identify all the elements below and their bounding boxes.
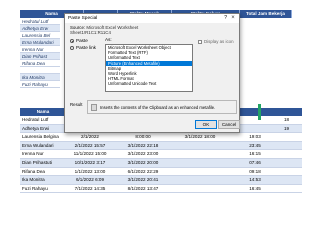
cell[interactable]: 8:00:00 — [114, 133, 172, 142]
help-icon[interactable]: ? — [224, 15, 227, 22]
table-row: Fuzi Rahayu 7/1/2022 14:35 8/1/2022 13:4… — [20, 185, 302, 194]
cell[interactable]: 3/1/2022 20:41 — [114, 176, 172, 185]
name-cell[interactable]: Laurensia Bel — [20, 32, 60, 39]
cell[interactable]: Rifana Dea — [20, 168, 66, 177]
cell[interactable]: Fuzi Rahayu — [20, 185, 66, 194]
cell[interactable] — [172, 185, 228, 194]
cell[interactable]: 8/1/2022 13:47 — [114, 185, 172, 194]
table-row: Erna Wulandari 2/1/2022 15:57 3/1/2022 2… — [20, 141, 302, 151]
cell[interactable] — [282, 185, 302, 194]
cell[interactable]: 3/1/2022 22:18 — [114, 141, 172, 151]
cell[interactable]: 3/1/2022 18:00 — [172, 133, 228, 142]
cell[interactable]: 2/1/2022 15:57 — [66, 141, 114, 151]
cell[interactable] — [282, 141, 302, 151]
cell[interactable] — [172, 158, 228, 168]
name-cell[interactable]: Adhetya Erw — [20, 25, 60, 32]
cell[interactable]: 1/1/2022 13:00 — [66, 168, 114, 177]
list-item[interactable]: Unformatted Unicode Text — [106, 81, 192, 86]
document-canvas: Nama Waktu Masuk Waktu Keluar Total Jam … — [0, 0, 302, 216]
paste-radio[interactable]: Paste — [70, 38, 88, 44]
checkbox-icon — [198, 39, 202, 44]
cell[interactable]: 7/1/2022 14:35 — [66, 185, 114, 194]
result-label: Result — [70, 102, 83, 107]
table-row: Irenna Nur 11/1/2022 15:00 3/1/2022 23:0… — [20, 150, 302, 159]
header-total-jam: Total Jam Bekerja — [240, 10, 292, 18]
name-cell[interactable]: Rifana Dea — [20, 60, 60, 67]
cell[interactable]: 07:46 — [228, 158, 282, 168]
paste-radio-label: Paste — [76, 38, 88, 43]
cell[interactable]: 23:45 — [228, 141, 282, 151]
cell[interactable]: 2/1/2022 — [66, 133, 114, 142]
cell[interactable] — [282, 168, 302, 177]
cell[interactable]: 10/1/2022 3:17 — [66, 158, 114, 168]
cell[interactable]: Laurensia Belgina — [20, 133, 66, 142]
radio-selected-icon — [70, 38, 74, 43]
cell[interactable]: 18 — [282, 116, 302, 125]
dialog-title: Paste Special — [65, 14, 239, 23]
table-row: Ika Monitra 6/1/2022 6:09 3/1/2022 20:41… — [20, 176, 302, 185]
cell[interactable]: 3/1/2022 20:00 — [114, 158, 172, 168]
source-range-value: Sheet1!R1C1:R11C4 — [70, 30, 111, 35]
table-row: Dian Prihastuti 10/1/2022 3:17 3/1/2022 … — [20, 158, 302, 168]
cell[interactable]: 19 — [282, 124, 302, 134]
cell[interactable]: 09:18 — [228, 168, 282, 177]
cell[interactable] — [282, 176, 302, 185]
name-cell[interactable]: Dian Prihast — [20, 53, 60, 60]
format-listbox[interactable]: Microsoft Excel Worksheet Object Formatt… — [105, 44, 193, 92]
name-cell[interactable]: Ika Monitra — [20, 74, 60, 81]
selection-marker — [258, 104, 261, 120]
cell[interactable]: Dian Prihastuti — [20, 158, 66, 168]
name-cell[interactable]: Erna Wulandari — [20, 39, 60, 46]
table-row: Laurensia Belgina 2/1/2022 8:00:00 3/1/2… — [20, 133, 302, 142]
display-as-icon-label: Display as icon — [204, 39, 234, 44]
cell[interactable] — [172, 141, 228, 151]
paste-link-radio[interactable]: Paste link — [70, 45, 96, 51]
top-name-list: Hedratul Lutf Adhetya Erw Laurensia Bel … — [20, 18, 60, 88]
paste-link-radio-label: Paste link — [76, 45, 96, 50]
cell[interactable]: 6/1/2022 22:29 — [114, 168, 172, 177]
paste-special-dialog: Paste Special ? × Source: Microsoft Exce… — [64, 13, 240, 133]
cell[interactable] — [172, 150, 228, 159]
cell[interactable]: Adhetya Erwi — [20, 124, 66, 134]
cancel-button[interactable]: Cancel — [218, 120, 240, 129]
cell[interactable]: 14:53 — [228, 176, 282, 185]
cell[interactable] — [172, 176, 228, 185]
cell[interactable] — [282, 158, 302, 168]
name-cell[interactable]: Irenna Nur — [20, 46, 60, 53]
cell[interactable]: 11/1/2022 15:00 — [66, 150, 114, 159]
result-box: Inserts the contents of the Clipboard as… — [87, 100, 237, 114]
header-col6 — [282, 108, 302, 116]
name-cell — [20, 67, 60, 74]
cell[interactable]: Ika Monitra — [20, 176, 66, 185]
radio-empty-icon — [70, 45, 74, 50]
clipboard-icon — [91, 104, 97, 111]
as-label: As: — [105, 37, 112, 42]
cell[interactable]: Irenna Nur — [20, 150, 66, 159]
ok-button[interactable]: OK — [195, 120, 217, 129]
display-as-icon-checkbox[interactable]: Display as icon — [198, 39, 234, 45]
cell[interactable] — [172, 168, 228, 177]
cell[interactable]: 3/1/2022 23:00 — [114, 150, 172, 159]
cell[interactable]: Hedratul Lutf — [20, 116, 66, 125]
table-row: Rifana Dea 1/1/2022 13:00 6/1/2022 22:29… — [20, 168, 302, 177]
cell[interactable]: 19:03 — [228, 133, 282, 142]
cell[interactable]: 16:15 — [228, 150, 282, 159]
name-cell[interactable]: Fuzi Rahayu — [20, 81, 60, 88]
cell[interactable]: 16:45 — [228, 185, 282, 194]
close-icon[interactable]: × — [229, 15, 237, 22]
cell[interactable]: 6/1/2022 6:09 — [66, 176, 114, 185]
name-cell[interactable]: Hedratul Lutf — [20, 18, 60, 25]
header-nama: Nama — [20, 108, 66, 116]
cell[interactable]: Erna Wulandari — [20, 141, 66, 151]
source-range: Sheet1!R1C1:R11C4 — [70, 30, 111, 35]
result-text: Inserts the contents of the Clipboard as… — [100, 105, 216, 110]
cell[interactable] — [282, 133, 302, 142]
cell[interactable] — [282, 150, 302, 159]
